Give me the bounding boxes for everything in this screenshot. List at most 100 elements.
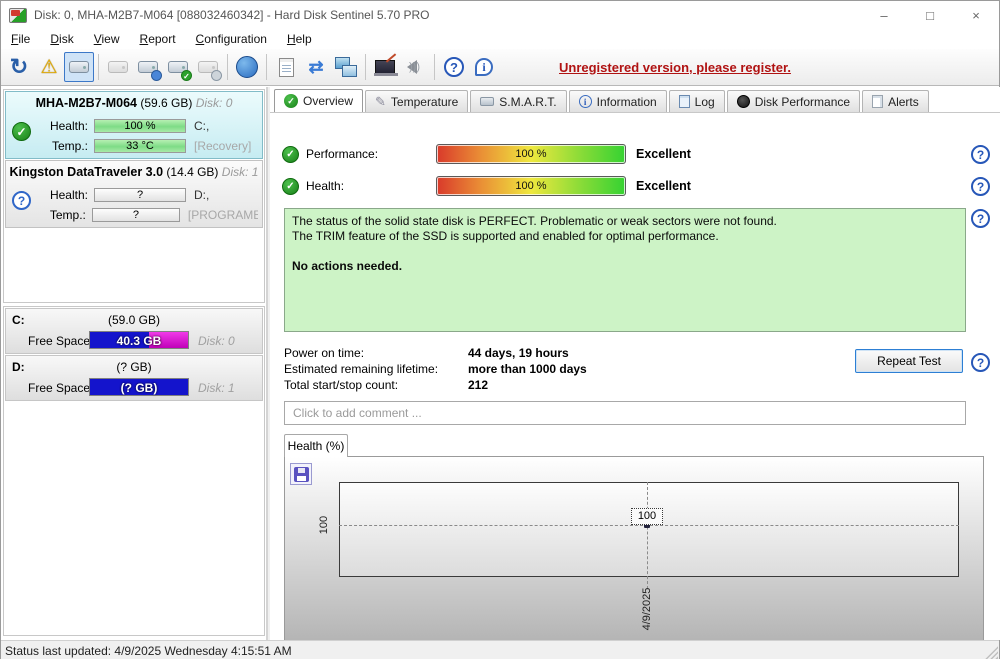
temp-bar: ? [91, 208, 180, 222]
chart-vgridline [647, 482, 648, 589]
window-controls: – □ × [861, 1, 999, 29]
tab-temperature[interactable]: ✎ Temperature [365, 90, 469, 112]
globe-icon[interactable] [232, 52, 262, 82]
sync-icon[interactable]: ⇄ [301, 52, 331, 82]
free-space-label: Free Space [28, 381, 91, 395]
toolbar-separator [227, 54, 228, 80]
performance-rating: Excellent [636, 147, 691, 161]
health-ok-icon: ✓ [282, 177, 299, 195]
chart-tab-health[interactable]: Health (%) [284, 434, 348, 457]
save-chart-button[interactable] [290, 463, 312, 485]
main-body: MHA-M2B7-M064 (59.6 GB) Disk: 0 ✓ Health… [1, 87, 1000, 643]
partition-disk-index: Disk: 1 [198, 381, 235, 395]
disk-item-0[interactable]: MHA-M2B7-M064 (59.6 GB) Disk: 0 ✓ Health… [5, 91, 263, 159]
disk-name: Kingston DataTraveler 3.0 [9, 165, 164, 179]
network-icon[interactable] [331, 52, 361, 82]
minimize-button[interactable]: – [861, 1, 907, 29]
partition-size: (59.0 GB) [107, 313, 161, 327]
chart-point-label: 100 [631, 508, 663, 525]
menu-view[interactable]: View [84, 30, 130, 48]
info-icon[interactable]: i [469, 52, 499, 82]
overview-check-icon: ✓ [284, 94, 298, 108]
alerts-page-icon [872, 95, 884, 108]
menu-help[interactable]: Help [277, 30, 322, 48]
performance-label: Performance: [306, 147, 379, 161]
information-icon: i [578, 95, 592, 108]
menu-file[interactable]: File [1, 30, 40, 48]
disk-size: (14.4 GB) [166, 165, 219, 179]
disk-detect-icon[interactable] [64, 52, 94, 82]
performance-help-icon[interactable]: ? [971, 145, 990, 164]
repeat-test-help-icon[interactable]: ? [971, 353, 990, 372]
partition-disk-index: Disk: 0 [198, 334, 235, 348]
tab-log[interactable]: Log [668, 90, 725, 112]
tab-overview[interactable]: ✓ Overview [274, 89, 364, 112]
tab-smart[interactable]: S.M.A.R.T. [470, 90, 567, 112]
drive-letters: C:, [194, 119, 210, 133]
maximize-button[interactable]: □ [907, 1, 953, 29]
status-line-2: The TRIM feature of the SSD is supported… [292, 229, 719, 243]
partition-item-c[interactable]: C: (59.0 GB) Free Space 40.3 GB Disk: 0 [5, 308, 263, 354]
log-icon [678, 95, 690, 108]
window-title: Disk: 0, MHA-M2B7-M064 [088032460342] - … [34, 8, 430, 22]
disk-check-icon[interactable]: ✓ [163, 52, 193, 82]
toolbar-separator [98, 54, 99, 80]
free-space-value: 40.3 GB [116, 334, 162, 348]
status-bar-text: Status last updated: 4/9/2025 Wednesday … [5, 643, 292, 658]
repeat-test-button[interactable]: Repeat Test [855, 349, 963, 373]
disk-list: MHA-M2B7-M064 (59.6 GB) Disk: 0 ✓ Health… [3, 89, 265, 303]
tab-information[interactable]: i Information [568, 90, 667, 112]
sound-icon[interactable]: ))) [400, 52, 430, 82]
disk-search-icon[interactable] [193, 52, 223, 82]
status-help-icon[interactable]: ? [971, 209, 990, 228]
disk-item-1[interactable]: Kingston DataTraveler 3.0 (14.4 GB) Disk… [5, 160, 263, 228]
drive-letters: D:, [194, 188, 210, 202]
tab-alerts[interactable]: Alerts [862, 90, 929, 112]
tab-bar: ✓ Overview ✎ Temperature S.M.A.R.T. i Infor… [274, 89, 999, 112]
comment-input[interactable] [284, 401, 966, 425]
resize-grip[interactable] [985, 646, 998, 659]
disk-warning-icon[interactable]: ⚠ [34, 52, 64, 82]
menu-report[interactable]: Report [130, 30, 186, 48]
health-label: Health: [49, 188, 88, 202]
chart-xtick-label: 4/9/2025 [641, 587, 653, 631]
disk-name: MHA-M2B7-M064 [35, 96, 137, 110]
report-icon[interactable] [271, 52, 301, 82]
stats-block: Power on time: 44 days, 19 hours Estimat… [284, 345, 587, 393]
overview-content: ✓ Performance: 100 % Excellent ? ✓ Healt… [270, 112, 1000, 643]
menu-configuration[interactable]: Configuration [186, 30, 277, 48]
free-space-bar: 40.3 GB [89, 331, 189, 349]
help-icon[interactable]: ? [439, 52, 469, 82]
tab-disk-performance[interactable]: Disk Performance [726, 90, 861, 112]
disk-index: Disk: 1 [221, 165, 259, 179]
temp-label: Temp.: [49, 208, 86, 222]
toolbar: ↻ ⚠ ✓ ⇄ ))) ? i Unregistered version, pl… [1, 49, 999, 86]
temp-bar: 33 °C [94, 139, 186, 153]
main-panel: ✓ Overview ✎ Temperature S.M.A.R.T. i Infor… [270, 87, 1000, 643]
chart-ytick-label: 100 [318, 515, 330, 535]
status-action: No actions needed. [292, 259, 403, 273]
app-window: Disk: 0, MHA-M2B7-M064 [088032460342] - … [0, 0, 1000, 659]
register-link[interactable]: Unregistered version, please register. [559, 60, 791, 75]
disk-clock-icon[interactable] [133, 52, 163, 82]
health-label: Health: [49, 119, 88, 133]
refresh-icon[interactable]: ↻ [4, 52, 34, 82]
toolbar-separator [365, 54, 366, 80]
app-logo-icon [9, 7, 27, 23]
partition-item-d[interactable]: D: (? GB) Free Space (? GB) Disk: 1 [5, 355, 263, 401]
chart-plot-area [339, 482, 959, 577]
stat-power-on: Power on time: 44 days, 19 hours [284, 346, 569, 360]
free-space-value: (? GB) [120, 381, 158, 395]
performance-meter: 100 % [436, 144, 626, 164]
health-help-icon[interactable]: ? [971, 177, 990, 196]
health-meter: 100 % [436, 176, 626, 196]
remote-config-icon[interactable] [370, 52, 400, 82]
sidebar: MHA-M2B7-M064 (59.6 GB) Disk: 0 ✓ Health… [1, 87, 268, 640]
free-space-label: Free Space [28, 334, 91, 348]
menu-bar: File Disk View Report Configuration Help [1, 29, 999, 49]
close-button[interactable]: × [953, 1, 999, 29]
disk-ok-icon: ✓ [12, 122, 31, 141]
menu-disk[interactable]: Disk [40, 30, 83, 48]
disk-unknown-icon: ? [12, 191, 31, 210]
disk-disabled-icon[interactable] [103, 52, 133, 82]
